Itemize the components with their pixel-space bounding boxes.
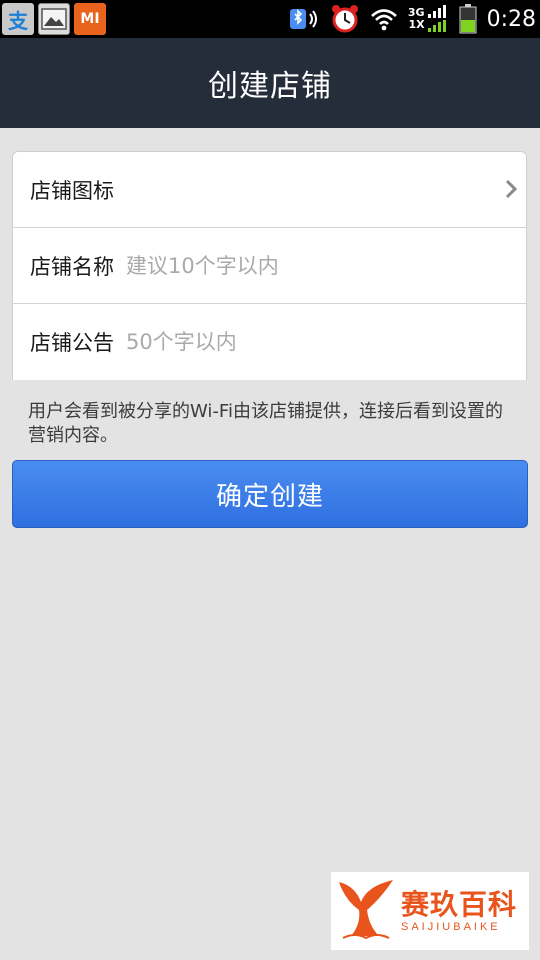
store-notice-label: 店铺公告 — [30, 331, 114, 355]
clock-time: 0:28 — [486, 6, 536, 32]
store-form: 店铺图标 店铺名称 店铺公告 — [12, 151, 527, 380]
watermark-cn: 赛玖百科 — [401, 888, 518, 921]
network-type-bottom: 1X — [408, 18, 425, 31]
store-name-input[interactable] — [126, 253, 526, 278]
system-status-icons: 3G 1X 0:28 — [288, 0, 536, 38]
chevron-right-icon — [504, 178, 518, 204]
mi-icon: MI — [74, 3, 106, 35]
alipay-icon: 支 — [2, 3, 34, 35]
whale-tail-logo-icon — [335, 876, 397, 946]
bluetooth-audio-icon — [288, 5, 320, 33]
status-bar: 支 MI 3G 1X 0:28 — [0, 0, 540, 38]
wifi-icon — [370, 7, 398, 31]
watermark: 赛玖百科 SAIJIUBAIKE — [331, 872, 529, 950]
store-icon-row[interactable]: 店铺图标 — [13, 152, 526, 228]
store-notice-input[interactable] — [126, 330, 526, 354]
confirm-create-button[interactable]: 确定创建 — [12, 460, 528, 528]
battery-icon — [459, 4, 477, 34]
store-name-label: 店铺名称 — [30, 254, 114, 279]
watermark-en: SAIJIUBAIKE — [401, 921, 501, 933]
store-notice-row: 店铺公告 — [13, 304, 526, 380]
title-bar: 创建店铺 — [0, 38, 540, 128]
signal-icon: 3G 1X — [408, 5, 449, 33]
store-name-row: 店铺名称 — [13, 228, 526, 304]
hint-text: 用户会看到被分享的Wi-Fi由该店铺提供，连接后看到设置的营销内容。 — [28, 401, 503, 446]
notification-icons: 支 MI — [2, 3, 106, 35]
alarm-icon — [330, 4, 360, 34]
gallery-icon — [38, 3, 70, 35]
page-title: 创建店铺 — [208, 69, 332, 104]
store-icon-label: 店铺图标 — [30, 178, 114, 203]
